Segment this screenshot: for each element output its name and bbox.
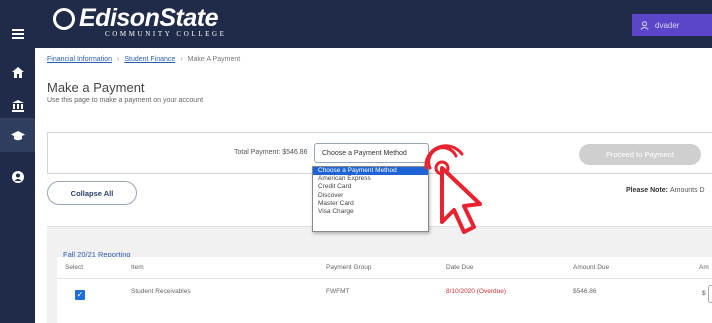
breadcrumb-separator: › [180, 56, 183, 63]
col-item: Item [131, 264, 144, 271]
user-icon [640, 20, 649, 30]
row-select-checkbox[interactable]: ✓ [75, 290, 85, 300]
option-credit-card[interactable]: Credit Card [313, 183, 428, 191]
option-discover[interactable]: Discover [313, 192, 428, 200]
breadcrumb-separator: › [116, 56, 120, 63]
menu-icon[interactable] [9, 25, 26, 42]
col-amount-due: Amount Due [573, 264, 610, 271]
note-label: Please Note: [626, 187, 669, 194]
user-menu-button[interactable]: dvader [632, 14, 712, 36]
col-payment-group: Payment Group [326, 264, 372, 271]
col-date-due: Date Due [446, 264, 474, 271]
row-item: Student Receivables [131, 288, 191, 295]
left-nav-rail [0, 0, 35, 323]
please-note: Please Note: Amounts D [626, 187, 705, 194]
option-master-card[interactable]: Master Card [313, 200, 428, 208]
top-header-bar: EdisonState COMMUNITY COLLEGE dvader [35, 0, 712, 48]
total-payment-label: Total Payment: $546.86 [234, 149, 308, 156]
option-visa-charge[interactable]: Visa Charge [313, 208, 428, 216]
row-date-due: 8/10/2020 (Overdue) [446, 288, 506, 295]
bank-icon[interactable] [9, 97, 26, 114]
brand-subtitle: COMMUNITY COLLEGE [105, 30, 227, 38]
breadcrumb: Financial Information › Student Finance › Ma… [47, 56, 240, 63]
breadcrumb-student-finance[interactable]: Student Finance [124, 56, 175, 63]
brand-logo[interactable]: EdisonState COMMUNITY COLLEGE [53, 4, 227, 38]
logo-mark-icon [53, 7, 75, 30]
collapse-all-button[interactable]: Collapse All [47, 181, 137, 205]
page-subtitle: Use this page to make a payment on your … [47, 97, 204, 104]
graduation-cap-icon[interactable] [9, 127, 26, 144]
home-icon[interactable] [9, 64, 26, 81]
user-name: dvader [655, 20, 680, 30]
row-amount-due: $546.86 [573, 288, 597, 295]
col-select: Select [65, 264, 84, 271]
row-payment-group: FWFMT [326, 288, 350, 295]
row-amount-input[interactable] [708, 285, 712, 303]
breadcrumb-current: Make A Payment [187, 56, 241, 63]
option-choose-payment-method[interactable]: Choose a Payment Method [313, 167, 428, 176]
table-header: Select Item Payment Group Date Due Amoun… [57, 257, 712, 279]
table-row: ✓ Student Receivables FWFMT 8/10/2020 (O… [57, 279, 712, 323]
row-amount-prefix: $ [702, 290, 706, 297]
brand-name: EdisonState [79, 4, 218, 32]
user-circle-icon[interactable] [9, 168, 26, 185]
payment-method-select[interactable]: Choose a Payment Method [314, 143, 429, 163]
term-table: Select Item Payment Group Date Due Amoun… [47, 226, 712, 323]
breadcrumb-financial-information[interactable]: Financial Information [47, 56, 112, 63]
payment-method-dropdown: Choose a Payment Method American Express… [312, 166, 429, 232]
col-amount: Am [699, 264, 709, 271]
page-title: Make a Payment [47, 80, 145, 95]
note-text: Amounts D [669, 187, 705, 194]
proceed-to-payment-button[interactable]: Proceed to Payment [579, 144, 701, 165]
option-american-express[interactable]: American Express [313, 175, 428, 183]
